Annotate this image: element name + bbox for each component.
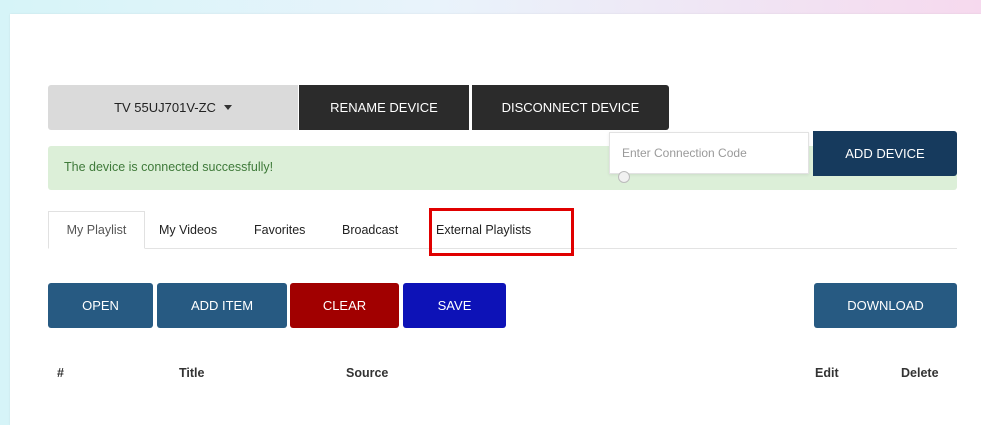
column-header-number: # — [57, 366, 64, 380]
clear-button[interactable]: CLEAR — [290, 283, 399, 328]
column-header-edit: Edit — [815, 366, 839, 380]
add-item-button[interactable]: ADD ITEM — [157, 283, 287, 328]
download-button[interactable]: DOWNLOAD — [814, 283, 957, 328]
tab-favorites[interactable]: Favorites — [254, 211, 305, 249]
disconnect-device-button[interactable]: DISCONNECT DEVICE — [472, 85, 669, 130]
tab-external-playlists[interactable]: External Playlists — [436, 211, 531, 249]
tab-broadcast[interactable]: Broadcast — [342, 211, 398, 249]
device-select[interactable]: TV 55UJ701V-ZC — [48, 85, 298, 130]
column-header-source: Source — [346, 366, 389, 380]
open-button[interactable]: OPEN — [48, 283, 153, 328]
tab-my-videos[interactable]: My Videos — [159, 211, 217, 249]
tab-my-playlist[interactable]: My Playlist — [48, 211, 145, 249]
column-header-delete: Delete — [901, 366, 939, 380]
caret-down-icon — [223, 105, 232, 110]
success-message: The device is connected successfully! — [64, 160, 274, 174]
input-clear-icon[interactable] — [618, 171, 630, 183]
rename-device-button[interactable]: RENAME DEVICE — [299, 85, 469, 130]
save-button[interactable]: SAVE — [403, 283, 506, 328]
connection-code-input[interactable] — [609, 132, 809, 174]
add-device-button[interactable]: ADD DEVICE — [813, 131, 957, 176]
device-select-label: TV 55UJ701V-ZC — [114, 100, 216, 115]
column-header-title: Title — [179, 366, 205, 380]
